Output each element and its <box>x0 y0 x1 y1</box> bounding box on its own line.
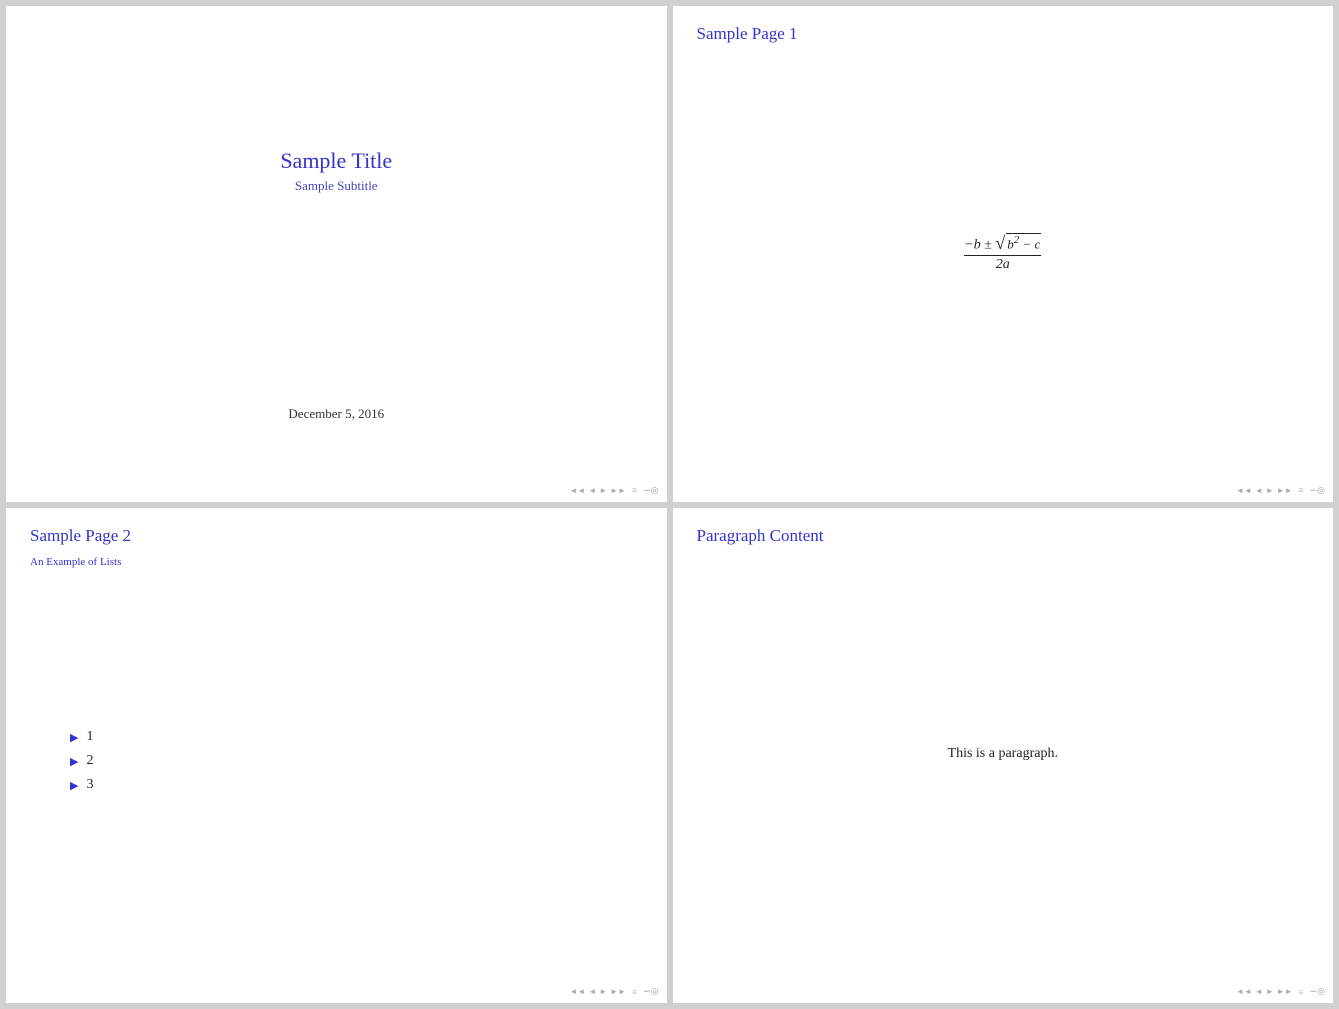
math-area: −b ± √b2 − c 2a <box>697 54 1310 482</box>
nav-div-3: ≡ <box>632 987 637 997</box>
slide-page2: Sample Page 2 An Example of Lists ▶ 1 ▶ … <box>6 508 667 1004</box>
list-label-1: 1 <box>86 729 93 745</box>
page2-title: Sample Page 2 <box>30 526 643 546</box>
nav-sym-4: ∽◎ <box>1310 986 1325 997</box>
nav-next-3[interactable]: ► <box>599 987 607 996</box>
sqrt-sign: √ <box>995 234 1005 252</box>
slide-page1: Sample Page 1 −b ± √b2 − c 2a ◄◄ ◄ ► ►► … <box>673 6 1334 502</box>
nav-prev-2[interactable]: ◄ <box>1255 486 1263 495</box>
sqrt-content: b2 − c <box>1006 233 1041 252</box>
bullet-1: ▶ <box>70 731 78 744</box>
list-item-3: ▶ 3 <box>70 777 643 793</box>
nav-next-2[interactable]: ► <box>1266 486 1274 495</box>
page2-subtitle: An Example of Lists <box>30 556 643 568</box>
nav-next-4[interactable]: ► <box>1266 987 1274 996</box>
nav-back-3[interactable]: ◄◄ <box>569 987 585 996</box>
list-item-1: ▶ 1 <box>70 729 643 745</box>
slide-paragraph: Paragraph Content This is a paragraph. ◄… <box>673 508 1334 1004</box>
nav-sym-1: ∽◎ <box>643 485 658 496</box>
list-label-2: 2 <box>86 753 93 769</box>
quadratic-formula: −b ± √b2 − c 2a <box>964 233 1041 273</box>
nav-bar-4: ◄◄ ◄ ► ►► ≡ ∽◎ <box>681 986 1326 997</box>
nav-back-2[interactable]: ◄◄ <box>1236 486 1252 495</box>
nav-sym-3: ∽◎ <box>643 986 658 997</box>
paragraph-text: This is a paragraph. <box>948 746 1058 762</box>
sqrt-wrapper: √b2 − c <box>995 233 1041 252</box>
nav-fwd-4[interactable]: ►► <box>1277 987 1293 996</box>
nav-bar-2: ◄◄ ◄ ► ►► ≡ ∽◎ <box>681 485 1326 496</box>
paragraph-area: This is a paragraph. <box>697 556 1310 984</box>
denominator: 2a <box>996 256 1010 273</box>
bullet-2: ▶ <box>70 755 78 768</box>
presentation-subtitle: Sample Subtitle <box>295 178 378 194</box>
nav-bar-1: ◄◄ ◄ ► ►► ≡ ∽◎ <box>14 485 659 496</box>
list-item-2: ▶ 2 <box>70 753 643 769</box>
list-area: ▶ 1 ▶ 2 ▶ 3 <box>30 588 643 984</box>
nav-fwd-1[interactable]: ►► <box>610 486 626 495</box>
paragraph-title: Paragraph Content <box>697 526 1310 546</box>
nav-next-1[interactable]: ► <box>599 486 607 495</box>
nav-div-2: ≡ <box>1299 485 1304 495</box>
nav-fwd-3[interactable]: ►► <box>610 987 626 996</box>
nav-fwd-2[interactable]: ►► <box>1277 486 1293 495</box>
list-label-3: 3 <box>86 777 93 793</box>
nav-back-4[interactable]: ◄◄ <box>1236 987 1252 996</box>
presentation-title: Sample Title <box>280 148 392 174</box>
nav-prev-1[interactable]: ◄ <box>588 486 596 495</box>
page1-title: Sample Page 1 <box>697 24 1310 44</box>
nav-back-1[interactable]: ◄◄ <box>569 486 585 495</box>
presentation-date: December 5, 2016 <box>288 406 384 422</box>
nav-prev-4[interactable]: ◄ <box>1255 987 1263 996</box>
nav-div-4: ≡ <box>1299 987 1304 997</box>
numerator: −b ± √b2 − c <box>964 233 1041 256</box>
bullet-3: ▶ <box>70 779 78 792</box>
nav-sym-2: ∽◎ <box>1310 485 1325 496</box>
nav-prev-3[interactable]: ◄ <box>588 987 596 996</box>
nav-div-1: ≡ <box>632 485 637 495</box>
fraction: −b ± √b2 − c 2a <box>964 233 1041 273</box>
slide-title: Sample Title Sample Subtitle December 5,… <box>6 6 667 502</box>
nav-bar-3: ◄◄ ◄ ► ►► ≡ ∽◎ <box>14 986 659 997</box>
